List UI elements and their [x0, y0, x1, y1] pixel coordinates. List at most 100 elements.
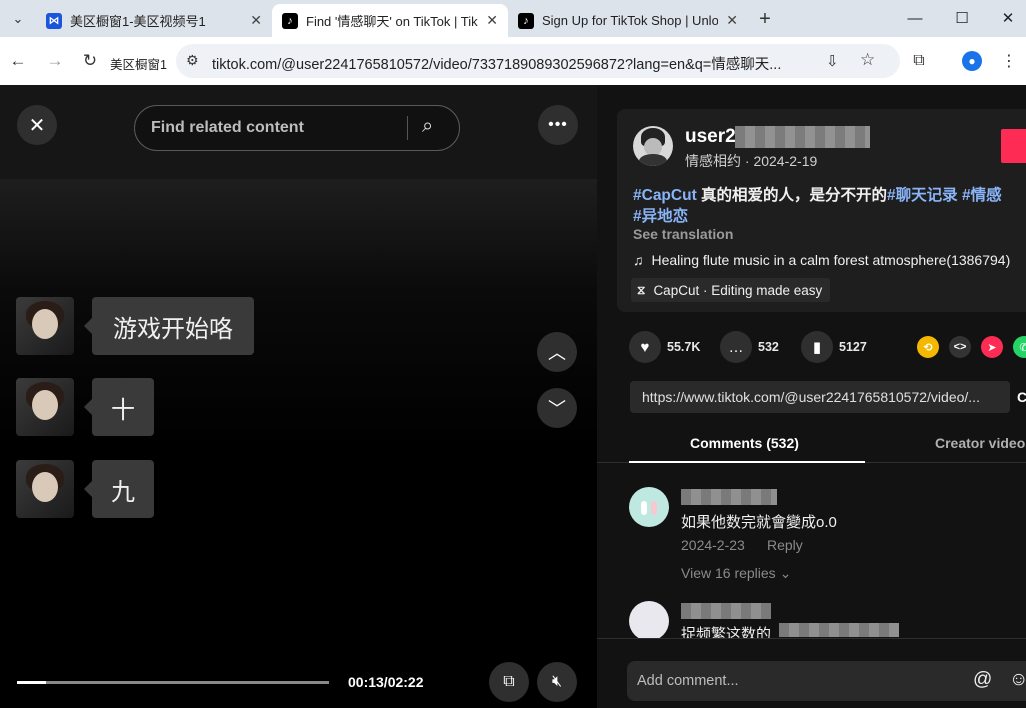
music-title: Healing flute music in a calm forest atm… — [651, 252, 1011, 268]
music-row[interactable]: ♫ Healing flute music in a calm forest at… — [633, 252, 1010, 268]
browser-tab-1[interactable]: ⋈ 美区橱窗1-美区视频号1 ✕ — [36, 4, 272, 37]
save-count: 5127 — [839, 340, 867, 354]
close-icon[interactable]: ✕ — [486, 12, 498, 29]
progress-fill — [17, 681, 47, 684]
tab-active-indicator — [629, 461, 865, 463]
blurred-username — [735, 126, 870, 148]
author-subtitle: 情感相约 · 2024-2-19 — [685, 153, 818, 169]
send-icon[interactable]: ➤ — [981, 336, 1003, 358]
chat-bubble: 游戏开始咯 — [84, 297, 254, 355]
copy-link-button[interactable]: C — [1017, 389, 1026, 405]
reload-icon[interactable]: ↻ — [78, 49, 102, 73]
video-time: 00:13/02:22 — [348, 674, 424, 690]
url-text[interactable]: tiktok.com/@user2241765810572/video/7337… — [212, 53, 812, 74]
comment-count: 532 — [758, 340, 779, 354]
description-line-2: #异地恋 — [633, 204, 688, 226]
bookmark-icon: ▮ — [801, 331, 833, 363]
mention-icon[interactable]: @ — [973, 669, 992, 691]
video-link-box[interactable]: https://www.tiktok.com/@user224176581057… — [630, 381, 1010, 413]
capcut-label: CapCut · Editing made easy — [653, 282, 823, 298]
close-icon[interactable]: ✕ — [726, 12, 738, 29]
site-info-icon[interactable]: ⚙ — [186, 52, 199, 69]
shop-icon: ⋈ — [46, 12, 62, 29]
browser-tab-3[interactable]: ♪ Sign Up for TikTok Shop | Unlock ✕ — [508, 4, 748, 37]
embed-icon[interactable]: <> — [949, 336, 971, 358]
blurred-username — [681, 603, 771, 619]
divider — [407, 116, 408, 140]
next-video-button[interactable]: ﹀ — [537, 388, 577, 428]
comment-input[interactable]: Add comment... @ ☺ — [627, 661, 1026, 701]
profile-icon[interactable]: ● — [960, 49, 984, 73]
heart-icon: ♥ — [629, 331, 661, 363]
author-card: user2 情感相约 · 2024-2-19 #CapCut 真的相爱的人，是分… — [617, 109, 1026, 312]
minimize-icon[interactable]: — — [900, 7, 930, 29]
maximize-icon[interactable]: ☐ — [947, 7, 977, 29]
close-window-icon[interactable]: ✕ — [993, 7, 1023, 29]
menu-icon[interactable]: ⋮ — [997, 49, 1021, 73]
mute-icon[interactable]: 🔇︎ — [537, 662, 577, 702]
capcut-anchor[interactable]: ⧖ CapCut · Editing made easy — [631, 278, 831, 302]
avatar[interactable] — [629, 487, 669, 527]
new-tab-icon[interactable]: + — [753, 7, 777, 31]
install-app-icon[interactable]: ⇩ — [826, 52, 839, 70]
tab-comments[interactable]: Comments (532) — [690, 435, 799, 451]
address-bar[interactable]: ⚙ tiktok.com/@user2241765810572/video/73… — [176, 44, 900, 78]
tiktok-icon: ♪ — [282, 12, 298, 29]
music-note-icon: ♫ — [633, 252, 644, 268]
reply-button[interactable]: Reply — [767, 537, 803, 553]
hashtag[interactable]: #CapCut — [633, 187, 697, 204]
browser-tab-2[interactable]: ♪ Find '情感聊天' on TikTok | TikTok ✕ — [272, 4, 508, 37]
avatar[interactable] — [629, 601, 669, 641]
view-replies-button[interactable]: View 16 replies ⌄ — [681, 565, 791, 582]
view-replies-label: View 16 replies — [681, 565, 776, 581]
chevron-down-icon: ﹀ — [548, 399, 566, 419]
save-button[interactable]: ▮ 5127 — [801, 331, 867, 363]
related-search-input[interactable]: Find related content ⌕ — [134, 105, 460, 151]
comment-button[interactable]: … 532 — [720, 331, 779, 363]
tiktok-icon: ♪ — [518, 12, 534, 29]
chevron-up-icon: ︿ — [548, 343, 566, 363]
video-details-panel: user2 情感相约 · 2024-2-19 #CapCut 真的相爱的人，是分… — [597, 85, 1026, 708]
video-header: ✕ Find related content ⌕ ••• — [0, 85, 597, 179]
chat-bubble: 十 — [84, 378, 154, 436]
chevron-down-icon: ⌄ — [779, 565, 792, 581]
video-progress-bar[interactable] — [17, 681, 329, 684]
forward-icon[interactable]: → — [43, 49, 67, 73]
tab-creator-videos[interactable]: Creator videos — [935, 435, 1026, 451]
chat-bubble: 九 — [84, 460, 154, 518]
comment-placeholder: Add comment... — [637, 673, 739, 689]
avatar — [16, 378, 74, 436]
extensions-icon[interactable]: ⧉ — [907, 49, 931, 73]
blurred-comment — [779, 623, 899, 637]
whatsapp-icon[interactable]: ✆ — [1013, 336, 1026, 358]
like-button[interactable]: ♥ 55.7K — [629, 331, 700, 363]
see-translation-link[interactable]: See translation — [633, 226, 733, 242]
tab-title: Find '情感聊天' on TikTok | TikTok — [306, 14, 478, 29]
author-username[interactable]: user2 — [685, 126, 736, 148]
video-frame[interactable]: 游戏开始咯 十 九 ︿ ﹀ — [0, 179, 597, 631]
author-avatar[interactable] — [633, 126, 673, 166]
hashtag[interactable]: #情感 — [958, 187, 1002, 204]
back-icon[interactable]: ← — [6, 49, 30, 73]
chat-message: 十 — [16, 378, 154, 436]
comment-icon: … — [720, 331, 752, 363]
search-placeholder: Find related content — [151, 119, 304, 136]
browser-tab-strip: ⌄ ⋈ 美区橱窗1-美区视频号1 ✕ ♪ Find '情感聊天' on TikT… — [0, 0, 1026, 37]
capcut-icon: ⧖ — [637, 282, 646, 297]
close-icon[interactable]: ✕ — [17, 105, 57, 145]
close-icon[interactable]: ✕ — [250, 12, 262, 29]
floating-player-icon[interactable]: ⧉ — [489, 662, 529, 702]
hashtag[interactable]: #聊天记录 — [887, 187, 958, 204]
previous-video-button[interactable]: ︿ — [537, 332, 577, 372]
video-link: https://www.tiktok.com/@user224176581057… — [642, 389, 980, 405]
hashtag[interactable]: #异地恋 — [633, 208, 688, 225]
follow-button[interactable] — [1001, 129, 1026, 163]
more-icon[interactable]: ••• — [538, 105, 578, 145]
search-icon[interactable]: ⌕ — [422, 115, 433, 138]
repost-icon[interactable]: ⟲ — [917, 336, 939, 358]
tab-title: Sign Up for TikTok Shop | Unlock — [542, 13, 719, 28]
emoji-icon[interactable]: ☺ — [1009, 669, 1026, 691]
tab-search-icon[interactable]: ⌄ — [6, 7, 30, 31]
star-icon[interactable]: ☆ — [860, 50, 875, 70]
bookmark-label[interactable]: 美区橱窗1 — [110, 54, 167, 73]
